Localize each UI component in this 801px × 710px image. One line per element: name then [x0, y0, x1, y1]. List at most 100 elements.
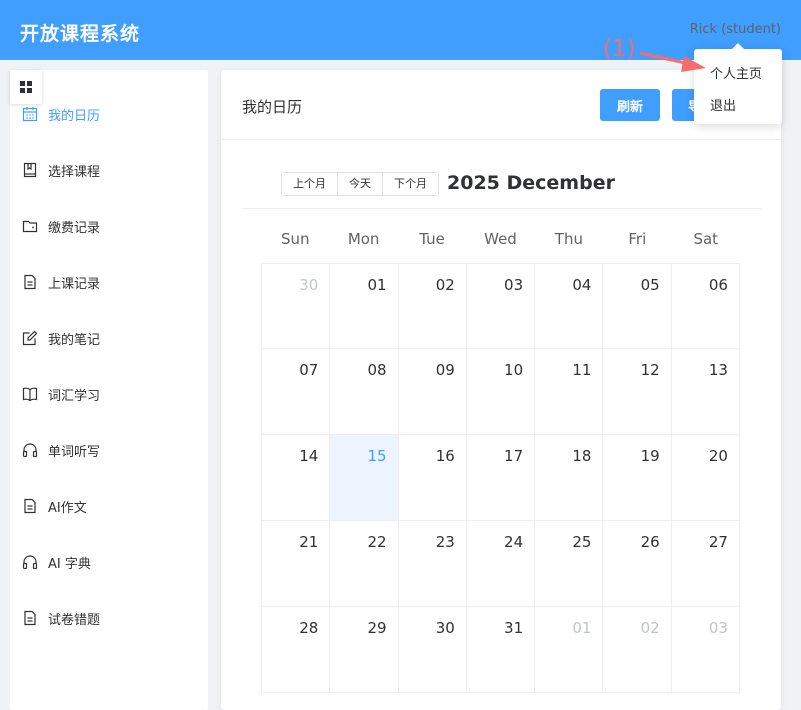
- calendar-day-cell[interactable]: 27: [671, 521, 740, 607]
- calendar-day-cell[interactable]: 29: [330, 607, 399, 693]
- menu-item-logout[interactable]: 退出: [710, 95, 736, 114]
- calendar-day-cell[interactable]: 19: [603, 435, 672, 521]
- calendar-day-cell[interactable]: 10: [466, 349, 536, 435]
- weekday-label: Mon: [347, 230, 380, 248]
- calendar-day-cell[interactable]: 13: [671, 349, 740, 435]
- calendar-icon: [22, 106, 38, 122]
- next-month-button[interactable]: 下个月: [383, 173, 438, 195]
- sidebar-item-label: 我的笔记: [48, 332, 101, 348]
- day-number: 29: [367, 619, 387, 637]
- sidebar-item-label: 我的日历: [48, 108, 101, 124]
- calendar-day-cell[interactable]: 28: [261, 607, 331, 693]
- month-nav: 上个月 今天 下个月: [281, 172, 439, 196]
- sidebar-item-vocabulary[interactable]: 词汇学习: [22, 380, 100, 408]
- day-number: 04: [572, 276, 592, 294]
- calendar-day-cell[interactable]: 30: [261, 263, 331, 349]
- day-number: 08: [367, 361, 387, 379]
- day-number: 01: [367, 276, 387, 294]
- calendar-day-cell[interactable]: 01: [330, 263, 399, 349]
- sidebar-item-dictation[interactable]: 单词听写: [22, 436, 100, 464]
- sidebar-item-ai-essay[interactable]: AI作文: [22, 492, 87, 520]
- calendar-day-cell[interactable]: 03: [466, 263, 536, 349]
- day-number: 21: [299, 533, 319, 551]
- calendar-day-cell[interactable]: 20: [671, 435, 740, 521]
- calendar-day-cell[interactable]: 14: [261, 435, 331, 521]
- day-number: 15: [367, 447, 387, 465]
- calendar-week-row: 30 01 02 03 04 05 06: [261, 263, 740, 349]
- calendar-day-cell[interactable]: 16: [398, 435, 467, 521]
- calendar-day-cell[interactable]: 12: [603, 349, 672, 435]
- refresh-button[interactable]: 刷新: [600, 89, 660, 121]
- day-number: 10: [504, 361, 524, 379]
- day-number: 24: [504, 533, 524, 551]
- calendar-day-cell[interactable]: 03: [671, 607, 740, 693]
- day-number: 03: [708, 619, 728, 637]
- calendar-day-cell[interactable]: 30: [398, 607, 467, 693]
- calendar-day-cell[interactable]: 31: [466, 607, 536, 693]
- weekday-label: Thu: [554, 230, 583, 248]
- sidebar-item-my-notes[interactable]: 我的笔记: [22, 324, 100, 352]
- calendar-day-today[interactable]: 15: [330, 435, 399, 521]
- calendar-day-cell[interactable]: 17: [466, 435, 536, 521]
- weekday-label: Fri: [628, 230, 647, 248]
- sidebar-item-label: AI作文: [48, 500, 87, 516]
- weekday-label: Sat: [693, 230, 719, 248]
- calendar-day-cell[interactable]: 21: [261, 521, 331, 607]
- calendar-day-cell[interactable]: 09: [398, 349, 467, 435]
- calendar-day-cell[interactable]: 02: [398, 263, 467, 349]
- sidebar-item-label: 词汇学习: [48, 388, 101, 404]
- sidebar-item-ai-dictionary[interactable]: AI 字典: [22, 548, 91, 576]
- sidebar-item-my-calendar[interactable]: 我的日历: [22, 100, 100, 128]
- calendar-day-cell[interactable]: 22: [330, 521, 399, 607]
- calendar-day-cell[interactable]: 18: [535, 435, 604, 521]
- day-number: 30: [299, 276, 319, 294]
- weekday-label: Wed: [484, 230, 517, 248]
- user-menu-trigger[interactable]: Rick (student): [690, 22, 781, 37]
- calendar-week-row: 07 08 09 10 11 12 13: [261, 349, 740, 435]
- calendar-day-cell[interactable]: 25: [535, 521, 604, 607]
- day-number: 12: [640, 361, 660, 379]
- day-number: 28: [299, 619, 319, 637]
- calendar-day-cell[interactable]: 08: [330, 349, 399, 435]
- today-button[interactable]: 今天: [338, 173, 383, 195]
- calendar-week-row: 21 22 23 24 25 26 27: [261, 521, 740, 607]
- calendar-day-cell[interactable]: 11: [535, 349, 604, 435]
- calendar-day-cell[interactable]: 06: [671, 263, 740, 349]
- book-icon: [22, 162, 38, 178]
- weekday-label: Tue: [419, 230, 445, 248]
- day-number: 14: [299, 447, 319, 465]
- document-icon: [22, 610, 38, 626]
- day-number: 22: [367, 533, 387, 551]
- calendar-day-cell[interactable]: 07: [261, 349, 331, 435]
- day-number: 23: [435, 533, 455, 551]
- page-title: 我的日历: [242, 98, 303, 116]
- calendar-day-cell[interactable]: 26: [603, 521, 672, 607]
- calendar-day-cell[interactable]: 24: [466, 521, 536, 607]
- calendar-day-cell[interactable]: 01: [535, 607, 604, 693]
- user-dropdown-menu: 个人主页 退出: [694, 43, 782, 124]
- app-title: 开放课程系统: [20, 23, 141, 45]
- edit-icon: [22, 330, 38, 346]
- sidebar-item-wrong-answers[interactable]: 试卷错题: [22, 604, 100, 632]
- sidebar-item-payment-records[interactable]: 缴费记录: [22, 212, 100, 240]
- sidebar-item-class-records[interactable]: 上课记录: [22, 268, 100, 296]
- calendar-day-cell[interactable]: 04: [535, 263, 604, 349]
- calendar-day-cell[interactable]: 23: [398, 521, 467, 607]
- day-number: 06: [708, 276, 728, 294]
- day-number: 09: [435, 361, 455, 379]
- day-number: 13: [708, 361, 728, 379]
- calendar-day-cell[interactable]: 05: [603, 263, 672, 349]
- sidebar-item-select-course[interactable]: 选择课程: [22, 156, 100, 184]
- day-number: 25: [572, 533, 592, 551]
- day-number: 11: [572, 361, 592, 379]
- day-number: 03: [504, 276, 524, 294]
- prev-month-button[interactable]: 上个月: [282, 173, 338, 195]
- day-number: 01: [572, 619, 592, 637]
- wallet-icon: [22, 218, 38, 234]
- sidebar-item-label: 上课记录: [48, 276, 101, 292]
- calendar-day-cell[interactable]: 02: [603, 607, 672, 693]
- sidebar-collapse-button[interactable]: [10, 70, 42, 104]
- menu-item-profile[interactable]: 个人主页: [710, 63, 762, 82]
- calendar-title: 2025 December: [447, 172, 615, 194]
- sidebar-item-label: 单词听写: [48, 444, 101, 460]
